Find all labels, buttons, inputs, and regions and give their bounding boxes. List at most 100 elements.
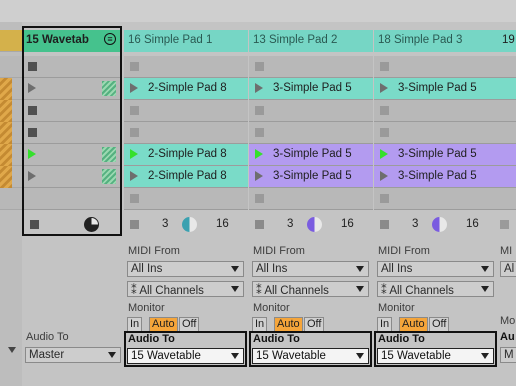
track-header[interactable]: 16 Simple Pad 1 bbox=[124, 30, 248, 52]
monitor-off-button[interactable]: Off bbox=[304, 317, 325, 332]
clip-slot[interactable] bbox=[124, 122, 248, 144]
audio-to-select[interactable]: M bbox=[500, 347, 516, 363]
stop-button-icon[interactable] bbox=[380, 62, 389, 71]
clip-slot[interactable] bbox=[22, 166, 122, 188]
clip-slot[interactable] bbox=[498, 188, 516, 210]
play-button-icon[interactable] bbox=[255, 83, 263, 93]
clip-slot[interactable] bbox=[374, 100, 498, 122]
clip-slot[interactable] bbox=[498, 122, 516, 144]
play-button-icon[interactable] bbox=[130, 149, 138, 159]
play-button-icon[interactable] bbox=[130, 83, 138, 93]
clip-slot[interactable]: 3-Simple Pad 5 bbox=[249, 78, 373, 100]
monitor-in-button[interactable]: In bbox=[252, 317, 268, 332]
clip-slot[interactable]: 2-Simple Pad 8 bbox=[124, 166, 248, 188]
midi-channel-select[interactable]: ⁑ All Channels bbox=[252, 281, 369, 297]
midi-channel-select[interactable]: ⁑ All Channels bbox=[127, 281, 244, 297]
stop-button-icon[interactable] bbox=[255, 128, 264, 137]
clip-slot[interactable] bbox=[374, 188, 498, 210]
midi-from-select[interactable]: All Ins bbox=[127, 261, 244, 277]
midi-channel-select[interactable]: ⁑ All Channels bbox=[377, 281, 494, 297]
clip-slot[interactable] bbox=[498, 78, 516, 100]
play-button-icon[interactable] bbox=[130, 171, 138, 181]
play-button-icon[interactable] bbox=[255, 149, 263, 159]
stop-all-icon[interactable] bbox=[30, 220, 39, 229]
track-15-wavetable[interactable]: 15 Wavetab ≡ Audio To Master bbox=[22, 22, 122, 386]
stop-button-icon[interactable] bbox=[380, 128, 389, 137]
audio-to-select[interactable]: 15 Wavetable bbox=[377, 348, 494, 364]
play-button-icon[interactable] bbox=[28, 171, 36, 181]
left-edge-dropdown-arrow[interactable] bbox=[8, 347, 16, 353]
stop-button-icon[interactable] bbox=[130, 62, 139, 71]
midi-from-select[interactable]: All Ins bbox=[252, 261, 369, 277]
stop-all-icon[interactable] bbox=[130, 220, 139, 229]
midi-from-select[interactable]: All Ins bbox=[377, 261, 494, 277]
monitor-auto-button[interactable]: Auto bbox=[274, 317, 303, 332]
track-header[interactable]: 19 bbox=[498, 30, 516, 52]
clip-slot[interactable] bbox=[22, 144, 122, 166]
stop-button-icon[interactable] bbox=[255, 62, 264, 71]
clip-slot[interactable] bbox=[22, 78, 122, 100]
clip-slot[interactable] bbox=[498, 166, 516, 188]
monitor-off-button[interactable]: Off bbox=[429, 317, 450, 332]
midi-from-select[interactable]: Al bbox=[500, 261, 516, 277]
track-2[interactable]: 16 Simple Pad 1 2-Simple Pad 8 2-Simple Pa… bbox=[124, 22, 248, 386]
clip-slot[interactable] bbox=[22, 188, 122, 210]
stop-button-icon[interactable] bbox=[130, 128, 139, 137]
play-button-icon[interactable] bbox=[380, 83, 388, 93]
stop-button-icon[interactable] bbox=[380, 106, 389, 115]
monitor-off-button[interactable]: Off bbox=[179, 317, 200, 332]
play-button-icon[interactable] bbox=[380, 149, 388, 159]
play-button-icon[interactable] bbox=[28, 83, 36, 93]
clip-slot[interactable] bbox=[498, 56, 516, 78]
stop-button-icon[interactable] bbox=[28, 128, 37, 137]
clip-slot[interactable]: 2-Simple Pad 8 bbox=[124, 144, 248, 166]
track-header[interactable]: 13 Simple Pad 2 bbox=[249, 30, 373, 52]
stop-all-icon[interactable] bbox=[255, 220, 264, 229]
clip-slot[interactable] bbox=[22, 56, 122, 78]
stop-button-icon[interactable] bbox=[130, 106, 139, 115]
clip-slot[interactable] bbox=[124, 56, 248, 78]
stop-button-icon[interactable] bbox=[28, 106, 37, 115]
track-fold-icon[interactable]: ≡ bbox=[104, 33, 116, 45]
clip-slot[interactable]: 3-Simple Pad 5 bbox=[374, 166, 498, 188]
track-19-partial[interactable]: 19 MI Al Mo Au M bbox=[498, 22, 516, 386]
monitor-auto-button[interactable]: Auto bbox=[149, 317, 178, 332]
clip-slot[interactable] bbox=[374, 56, 498, 78]
stop-all-icon[interactable] bbox=[500, 220, 509, 229]
track-header[interactable]: 15 Wavetab ≡ bbox=[22, 30, 122, 52]
clip-slot[interactable]: 3-Simple Pad 5 bbox=[374, 144, 498, 166]
stop-button-icon[interactable] bbox=[130, 194, 139, 203]
stop-button-icon[interactable] bbox=[255, 106, 264, 115]
audio-to-select[interactable]: 15 Wavetable bbox=[252, 348, 369, 364]
clip-slot[interactable]: 3-Simple Pad 5 bbox=[249, 144, 373, 166]
stop-button-icon[interactable] bbox=[28, 62, 37, 71]
stop-button-icon[interactable] bbox=[255, 194, 264, 203]
track-header[interactable]: 18 Simple Pad 3 bbox=[374, 30, 498, 52]
audio-to-select[interactable]: Master bbox=[25, 347, 121, 363]
track-4[interactable]: 18 Simple Pad 3 3-Simple Pad 5 3-Simple Pa… bbox=[374, 22, 498, 386]
clip-slot[interactable] bbox=[249, 188, 373, 210]
stop-button-icon[interactable] bbox=[380, 194, 389, 203]
monitor-in-button[interactable]: In bbox=[377, 317, 393, 332]
clip-slot[interactable] bbox=[22, 122, 122, 144]
clip-slot[interactable] bbox=[124, 100, 248, 122]
clip-slot[interactable]: 2-Simple Pad 8 bbox=[124, 78, 248, 100]
clip-slot[interactable] bbox=[22, 100, 122, 122]
stop-all-icon[interactable] bbox=[380, 220, 389, 229]
clip-slot[interactable] bbox=[249, 100, 373, 122]
clip-slot[interactable] bbox=[249, 122, 373, 144]
clip-slot[interactable] bbox=[249, 56, 373, 78]
monitor-in-button[interactable]: In bbox=[127, 317, 143, 332]
clip-slot[interactable]: 3-Simple Pad 5 bbox=[374, 78, 498, 100]
clip-slot[interactable]: 3-Simple Pad 5 bbox=[249, 166, 373, 188]
clip-slot[interactable] bbox=[374, 122, 498, 144]
play-button-icon[interactable] bbox=[255, 171, 263, 181]
play-button-icon[interactable] bbox=[28, 149, 36, 159]
play-button-icon[interactable] bbox=[380, 171, 388, 181]
clip-slot[interactable] bbox=[124, 188, 248, 210]
audio-to-select[interactable]: 15 Wavetable bbox=[127, 348, 244, 364]
clip-slot[interactable] bbox=[498, 100, 516, 122]
track-3[interactable]: 13 Simple Pad 2 3-Simple Pad 5 3-Simple Pa… bbox=[249, 22, 373, 386]
monitor-auto-button[interactable]: Auto bbox=[399, 317, 428, 332]
clip-slot[interactable] bbox=[498, 144, 516, 166]
